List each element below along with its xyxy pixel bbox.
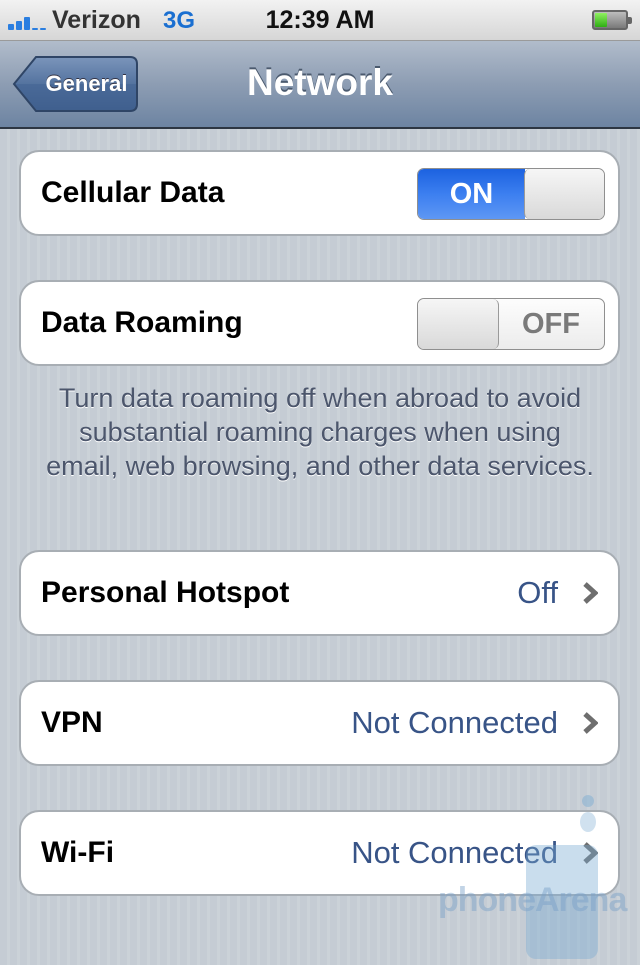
chevron-right-icon (583, 842, 598, 864)
signal-strength-icon (8, 14, 50, 30)
cellular-data-label: Cellular Data (41, 176, 225, 209)
cellular-data-row: Cellular Data ON (19, 150, 620, 236)
navigation-bar: General Network (0, 41, 640, 129)
back-button-label: General (45, 71, 128, 96)
personal-hotspot-row[interactable]: Personal Hotspot Off (19, 550, 620, 636)
back-button[interactable]: General (12, 55, 139, 113)
personal-hotspot-label: Personal Hotspot (41, 576, 290, 609)
wifi-row[interactable]: Wi-Fi Not Connected (19, 810, 620, 896)
wifi-value: Not Connected (351, 835, 558, 870)
personal-hotspot-value: Off (517, 575, 558, 610)
toggle-off-label: OFF (522, 308, 580, 340)
wifi-label: Wi-Fi (41, 836, 115, 869)
cellular-data-toggle[interactable]: ON (417, 168, 605, 220)
vpn-row[interactable]: VPN Not Connected (19, 680, 620, 766)
vpn-value: Not Connected (351, 705, 558, 740)
toggle-knob[interactable] (418, 299, 499, 349)
chevron-right-icon (583, 582, 598, 604)
network-type: 3G (163, 7, 196, 34)
data-roaming-label: Data Roaming (41, 306, 243, 339)
status-bar: Verizon 3G 12:39 AM (0, 0, 640, 41)
data-roaming-toggle[interactable]: OFF (417, 298, 605, 350)
toggle-on-label: ON (418, 169, 525, 219)
vpn-label: VPN (41, 706, 103, 739)
carrier-name: Verizon (52, 6, 141, 34)
data-roaming-row: Data Roaming OFF (19, 280, 620, 366)
chevron-right-icon (583, 712, 598, 734)
battery-icon (592, 10, 632, 30)
battery-level (595, 13, 607, 27)
roaming-footer-note: Turn data roaming off when abroad to avo… (46, 383, 594, 481)
toggle-knob[interactable] (524, 169, 604, 219)
